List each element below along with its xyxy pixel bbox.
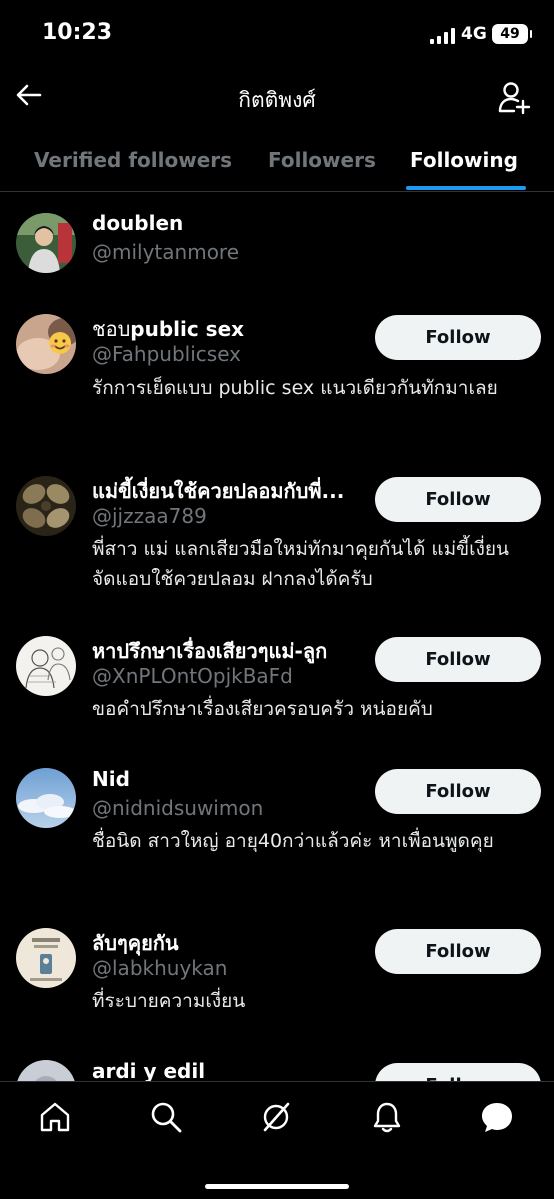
grok-icon[interactable] (259, 1100, 293, 1134)
user-handle: @jjzzaa789 (92, 504, 207, 528)
network-type: 4G (461, 24, 487, 44)
list-item[interactable]: ลับๆคุยกัน @labkhuykan Follow ที่ระบายคว… (0, 907, 554, 1039)
avatar[interactable] (16, 314, 76, 374)
user-bio: ที่ระบายความเงี่ยน (92, 990, 246, 1012)
user-name: doublen (92, 211, 184, 235)
list-item[interactable]: แม่ขี้เงี่ยนใช้ควยปลอมกับพี่... @jjzzaa7… (0, 455, 554, 615)
avatar[interactable] (16, 928, 76, 988)
page-title: กิตติพงศ์ (238, 88, 316, 112)
user-name-prefix: ชอบ (92, 317, 131, 341)
list-item[interactable]: ชอบpublic sex @Fahpublicsex Follow รักกา… (0, 293, 554, 455)
list-item[interactable]: doublen @milytanmore (0, 193, 554, 293)
user-handle: @Fahpublicsex (92, 342, 241, 366)
user-name-main: public sex (130, 317, 245, 341)
list-item[interactable]: หาปรึกษาเรื่องเสียวๆแม่-ลูก @XnPLOntOpjk… (0, 615, 554, 747)
user-name: หาปรึกษาเรื่องเสียวๆแม่-ลูก (92, 639, 328, 663)
user-bio: ชื่อนิด สาวใหญ่ อายุ40กว่าแล้วค่ะ หาเพื่… (92, 830, 494, 852)
avatar[interactable] (16, 768, 76, 828)
notifications-icon[interactable] (370, 1100, 404, 1134)
avatar[interactable] (16, 213, 76, 273)
user-name: ลับๆคุยกัน (92, 931, 179, 955)
add-user-icon[interactable] (496, 80, 532, 116)
user-name: ชอบpublic sex (92, 313, 244, 345)
battery-icon: 49 (492, 24, 532, 44)
home-icon[interactable] (38, 1100, 72, 1134)
follow-button[interactable]: Follow (375, 769, 541, 814)
follow-button[interactable]: Follow (375, 929, 541, 974)
user-handle: @labkhuykan (92, 956, 228, 980)
list-item[interactable]: Nid @nidnidsuwimon Follow ชื่อนิด สาวใหญ… (0, 747, 554, 907)
tab-followers[interactable]: Followers (268, 148, 376, 172)
status-time: 10:23 (42, 20, 113, 45)
user-name: แม่ขี้เงี่ยนใช้ควยปลอมกับพี่... (92, 479, 345, 503)
home-indicator (205, 1184, 349, 1189)
page-header: กิตติพงศ์ (0, 64, 554, 130)
avatar[interactable] (16, 636, 76, 696)
follow-button[interactable]: Follow (375, 477, 541, 522)
search-icon[interactable] (149, 1100, 183, 1134)
follow-button[interactable]: Follow (375, 637, 541, 682)
messages-icon[interactable] (480, 1100, 514, 1134)
list-item[interactable]: ardi y edil Follow (0, 1039, 554, 1081)
user-handle: @nidnidsuwimon (92, 796, 264, 820)
user-bio: รักการเย็ดแบบ public sex แนวเดียวกันทักม… (92, 377, 498, 399)
user-bio: ขอคำปรึกษาเรื่องเสียวครอบครัว หน่อยคับ (92, 698, 433, 720)
active-tab-indicator (406, 186, 526, 190)
status-bar: 10:23 4G 49 (0, 0, 554, 64)
signal-icon (430, 28, 456, 44)
avatar[interactable] (16, 1060, 76, 1081)
user-handle: @milytanmore (92, 240, 240, 264)
tab-verified-followers[interactable]: Verified followers (34, 148, 232, 172)
user-name: ardi y edil (92, 1059, 206, 1081)
follow-button[interactable]: Follow (375, 315, 541, 360)
user-handle: @XnPLOntOpjkBaFd (92, 664, 293, 688)
battery-level: 49 (500, 26, 520, 42)
tab-bar: Verified followers Followers Following (0, 130, 554, 192)
user-name: Nid (92, 767, 130, 791)
following-list: doublen @milytanmore ชอบpublic sex @Fahp… (0, 193, 554, 1081)
tab-following[interactable]: Following (410, 148, 518, 172)
avatar[interactable] (16, 476, 76, 536)
bottom-nav (0, 1081, 554, 1199)
user-bio: พี่สาว แม่ แลกเสียวมือใหม่ทักมาคุยกันได้… (92, 538, 509, 590)
follow-button[interactable]: Follow (375, 1063, 541, 1081)
